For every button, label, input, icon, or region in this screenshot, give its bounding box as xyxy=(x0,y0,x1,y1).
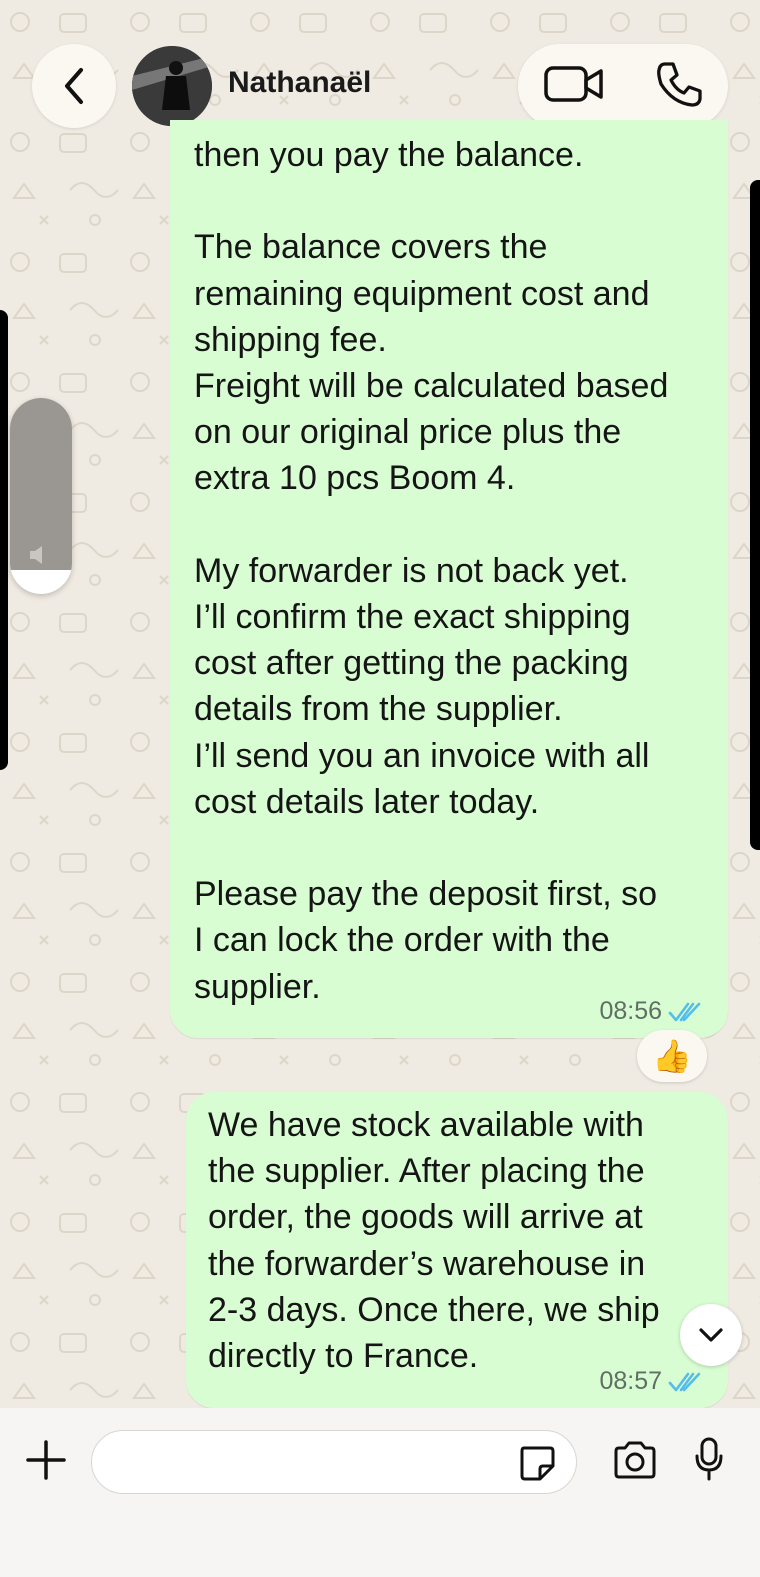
sticker-icon[interactable] xyxy=(518,1444,556,1482)
avatar[interactable] xyxy=(132,46,212,126)
message-text: We have stock available with the supplie… xyxy=(208,1106,660,1376)
avatar-photo xyxy=(132,46,212,126)
message-meta: 08:56 xyxy=(599,997,702,1026)
contact-name[interactable]: Nathanaël xyxy=(228,66,371,100)
message-bubble-outgoing[interactable]: We have stock available with the supplie… xyxy=(186,1092,728,1408)
read-ticks-icon xyxy=(668,1372,701,1391)
camera-icon[interactable] xyxy=(612,1440,658,1480)
back-button[interactable] xyxy=(32,44,116,128)
read-ticks-icon xyxy=(668,1002,701,1021)
speaker-icon xyxy=(30,546,42,564)
plus-icon[interactable] xyxy=(24,1438,68,1482)
scroll-to-bottom-button[interactable] xyxy=(680,1304,742,1366)
message-time: 08:57 xyxy=(599,1367,662,1395)
video-call-icon xyxy=(544,65,603,102)
chevron-down-icon xyxy=(699,1328,723,1342)
device-edge-right xyxy=(750,180,760,850)
message-meta: 08:57 xyxy=(599,1367,702,1396)
message-time: 08:56 xyxy=(599,997,662,1025)
chevron-left-icon xyxy=(65,68,83,104)
microphone-icon[interactable] xyxy=(694,1436,724,1482)
message-text: then you pay the balance. The balance co… xyxy=(194,136,669,1006)
call-buttons-group xyxy=(518,44,728,128)
volume-indicator xyxy=(10,398,72,594)
message-bubble-outgoing[interactable]: then you pay the balance. The balance co… xyxy=(170,120,728,1038)
voice-call-button[interactable] xyxy=(655,60,703,113)
device-edge-left xyxy=(0,310,8,770)
thumbs-up-icon: 👍 xyxy=(652,1038,692,1074)
reaction-badge[interactable]: 👍 xyxy=(637,1030,707,1082)
video-call-button[interactable] xyxy=(543,63,605,110)
phone-icon xyxy=(657,61,702,107)
message-input-field[interactable] xyxy=(91,1430,577,1494)
message-input[interactable] xyxy=(114,1443,518,1483)
